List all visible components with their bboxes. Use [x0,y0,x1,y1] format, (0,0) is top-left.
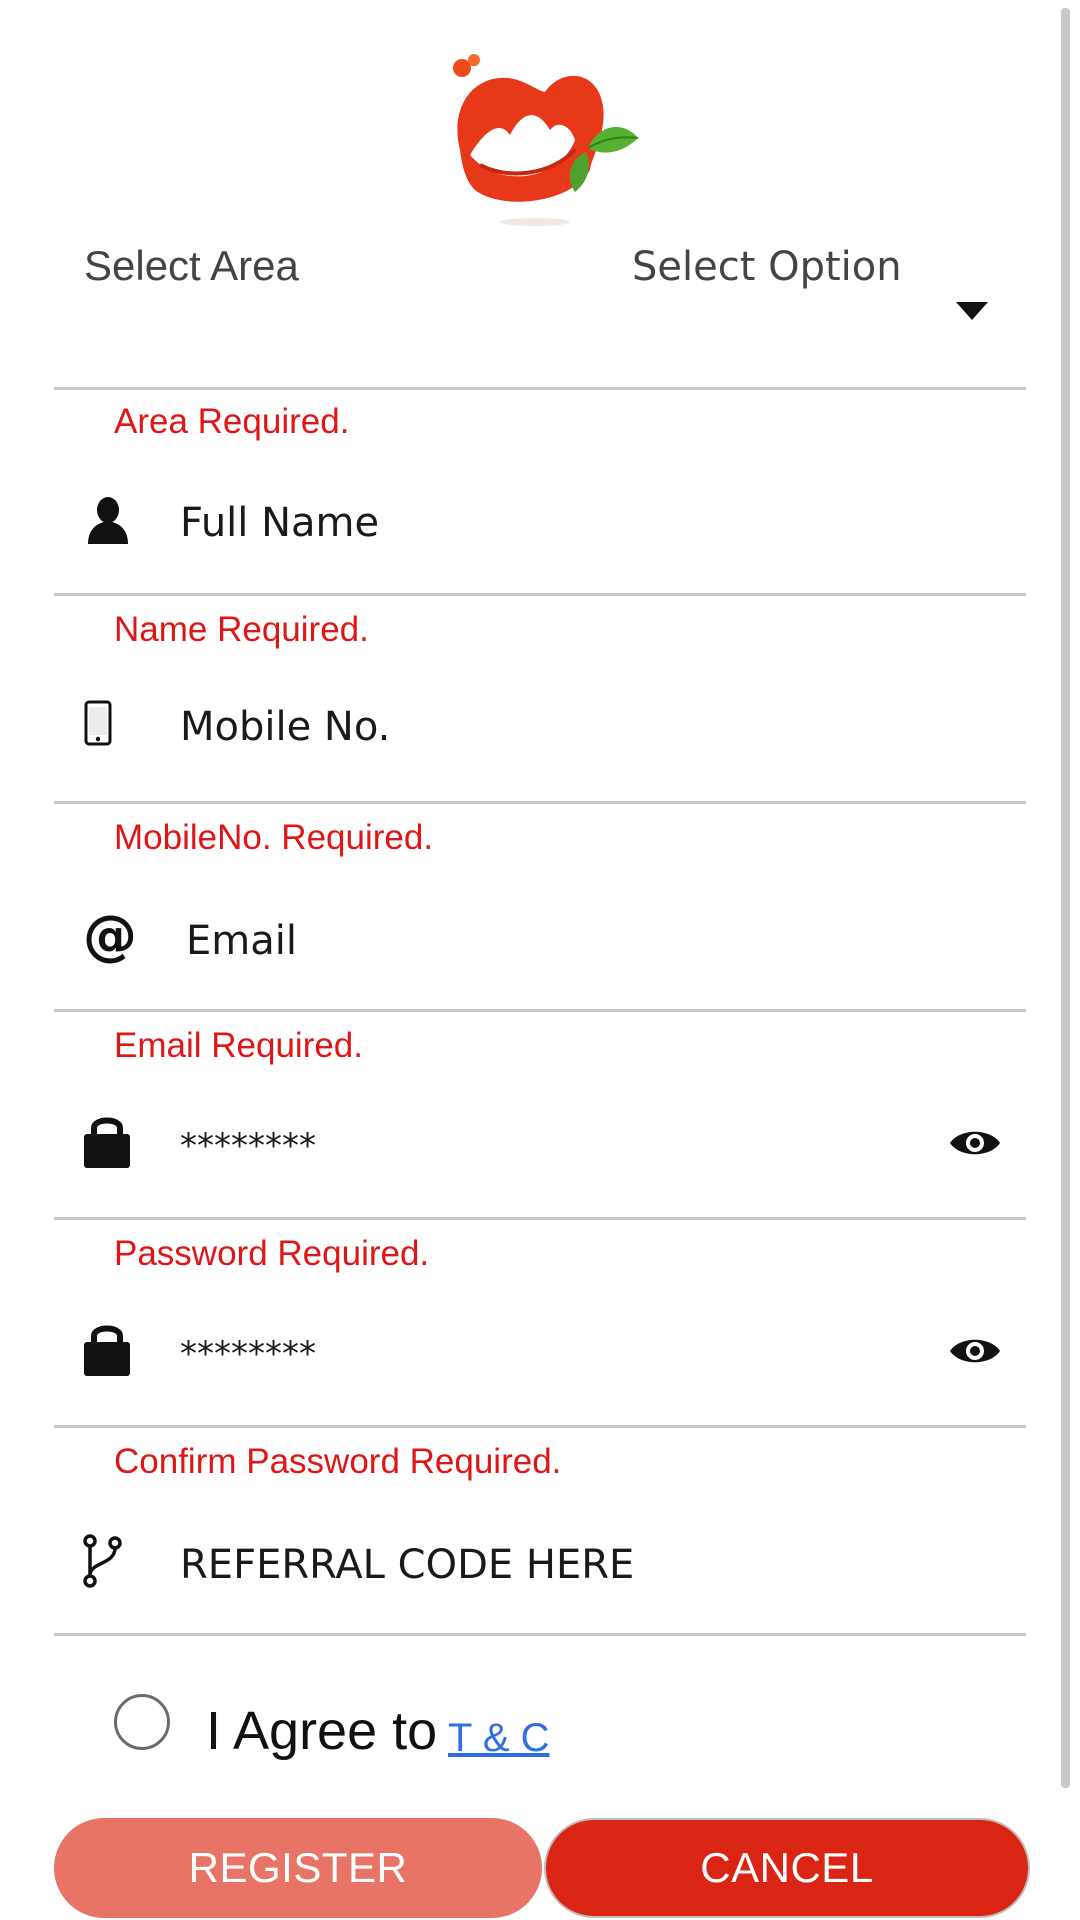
lock-icon [84,1325,130,1376]
mobile-row[interactable]: Mobile No. [54,598,1026,804]
scrollbar[interactable] [1061,8,1070,1788]
divider [54,1633,1026,1636]
agree-text: I Agree to [206,1701,438,1761]
at-sign-icon: @ [83,910,137,966]
register-screen: Select Area Select Option Area Required.… [0,0,1080,1920]
area-label: Select Area [84,242,299,289]
email-row[interactable]: @ Email [54,806,1026,1012]
full-name-row[interactable]: Full Name [54,390,1026,596]
confirm-password-row[interactable]: ******** [54,1222,1026,1428]
divider [54,1217,1026,1220]
divider [54,801,1026,804]
area-select-row: Select Area Select Option [54,184,1026,390]
confirm-password-field[interactable]: ******** [180,1334,316,1374]
referral-field[interactable]: REFERRAL CODE HERE [180,1542,634,1588]
password-field[interactable]: ******** [180,1126,316,1166]
terms-link[interactable]: T & C [448,1716,550,1761]
full-name-field[interactable]: Full Name [180,500,379,546]
cancel-button-label: CANCEL [700,1844,874,1891]
register-button[interactable]: REGISTER [54,1818,542,1918]
area-select[interactable]: Select Option [632,244,902,290]
chevron-down-icon[interactable] [956,302,988,320]
password-row[interactable]: ******** [54,1014,1026,1220]
person-icon [88,497,128,544]
referral-row[interactable]: REFERRAL CODE HERE [54,1430,1026,1636]
mobile-field[interactable]: Mobile No. [180,704,390,750]
email-field[interactable]: Email [186,918,297,964]
svg-text:@: @ [83,910,137,966]
eye-icon[interactable] [948,1334,1002,1368]
branch-icon [83,1534,122,1588]
mobile-phone-icon [84,700,112,746]
divider [54,593,1026,596]
divider [54,1425,1026,1428]
cancel-button[interactable]: CANCEL [544,1818,1030,1918]
lock-icon [84,1117,130,1168]
register-button-label: REGISTER [188,1844,408,1891]
divider [54,1009,1026,1012]
eye-icon[interactable] [948,1126,1002,1160]
agree-radio[interactable] [114,1694,170,1750]
